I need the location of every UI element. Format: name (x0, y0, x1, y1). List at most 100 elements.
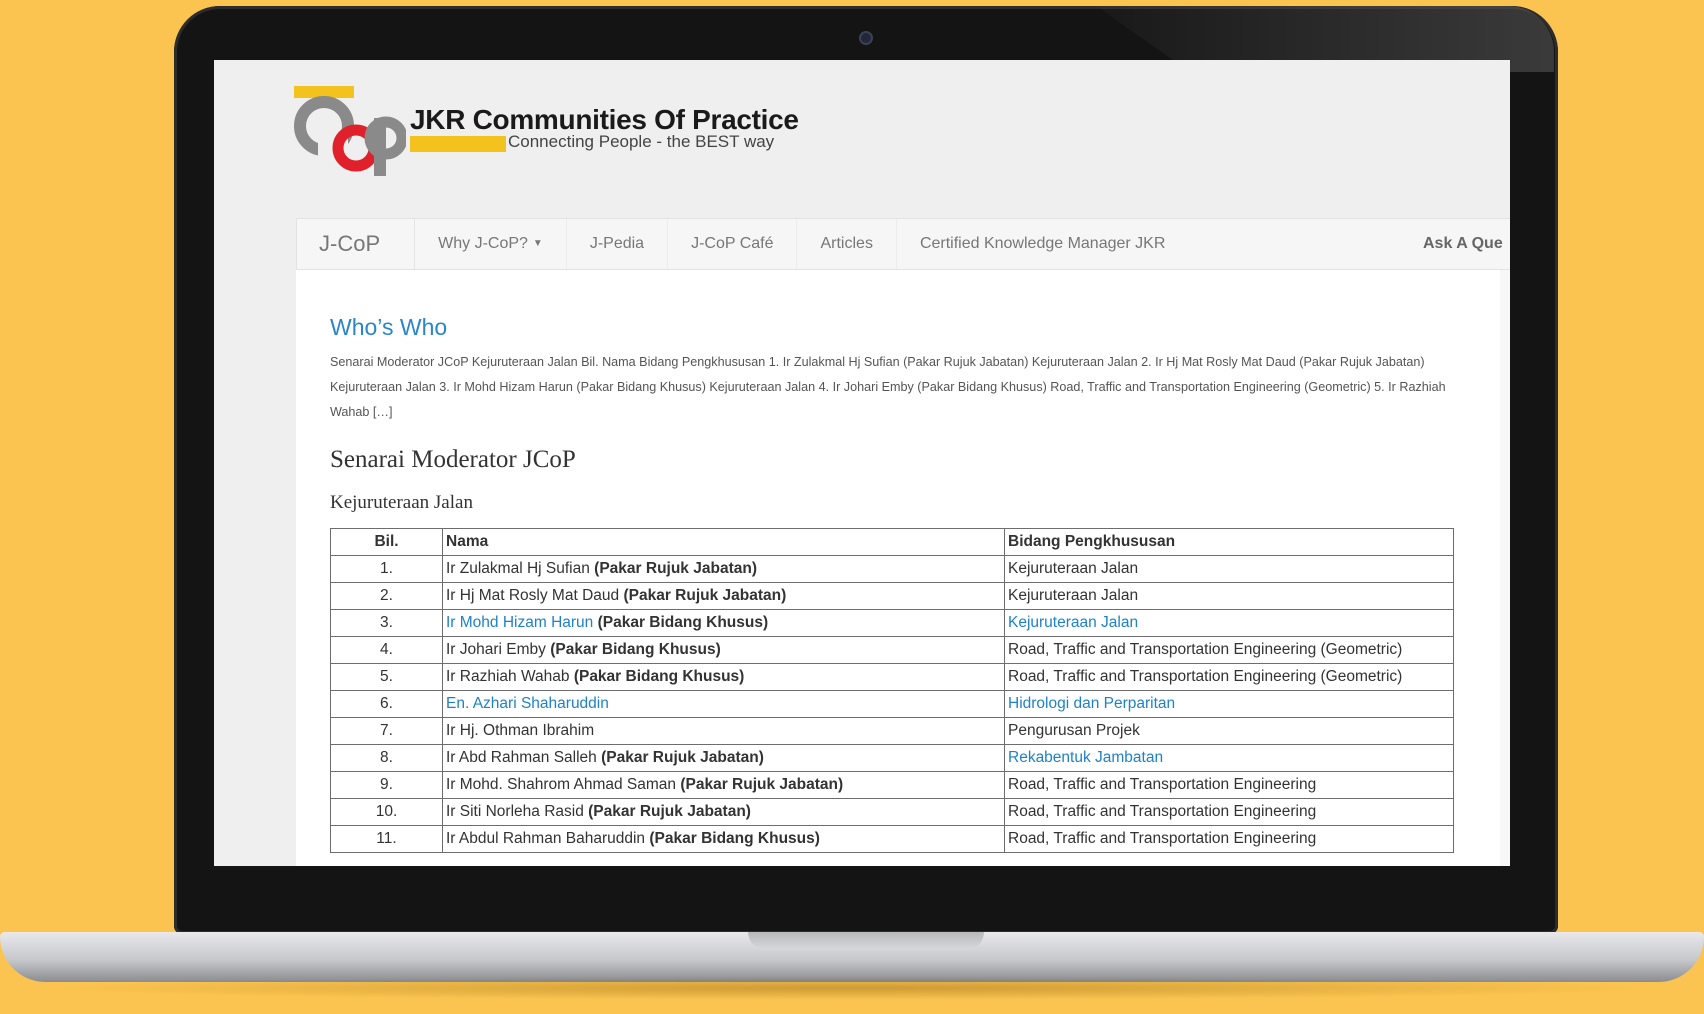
name-text: Ir Siti Norleha Rasid (446, 803, 584, 820)
cell-bil: 3. (330, 609, 443, 637)
cell-bidang: Road, Traffic and Transportation Enginee… (1004, 771, 1454, 799)
cell-bil: 2. (330, 582, 443, 610)
table-row: 4. Ir Johari Emby (Pakar Bidang Khusus) Ro… (330, 636, 1454, 664)
cell-bidang: Road, Traffic and Transportation Enginee… (1004, 663, 1454, 691)
cell-bidang: Kejuruteraan Jalan (1004, 555, 1454, 583)
name-text: Ir Razhiah Wahab (446, 668, 570, 685)
table-row: 3. Ir Mohd Hizam Harun (Pakar Bidang Khus… (330, 609, 1454, 637)
name-text: Ir Abd Rahman Salleh (446, 749, 597, 766)
cell-bil: 9. (330, 771, 443, 799)
cell-bidang: Road, Traffic and Transportation Enginee… (1004, 825, 1454, 853)
webcam-icon (859, 31, 873, 45)
field-link[interactable]: Hidrologi dan Perparitan (1008, 695, 1175, 712)
role-badge: (Pakar Bidang Khusus) (649, 830, 820, 847)
table-row: 11. Ir Abdul Rahman Baharuddin (Pakar Bid… (330, 825, 1454, 853)
moderator-table: Bil. Nama Bidang Pengkhususan 1. Ir Zulak… (330, 528, 1454, 853)
caret-down-icon: ▼ (532, 238, 543, 249)
cell-bil: 4. (330, 636, 443, 664)
field-text: Kejuruteraan Jalan (1008, 560, 1139, 577)
cell-bil: 10. (330, 798, 443, 826)
field-text: Pengurusan Projek (1008, 722, 1140, 739)
name-link[interactable]: Ir Mohd Hizam Harun (446, 614, 593, 631)
cell-nama: Ir Mohd Hizam Harun (Pakar Bidang Khusus… (442, 609, 1005, 637)
cell-bil: 6. (330, 690, 443, 718)
cell-nama: Ir Hj. Othman Ibrahim (442, 717, 1005, 745)
nav-brand[interactable]: J-CoP (297, 219, 416, 269)
nav-item-jpedia[interactable]: J-Pedia (567, 219, 669, 269)
name-text: Ir Hj Mat Rosly Mat Daud (446, 587, 620, 604)
table-row: 1. Ir Zulakmal Hj Sufian (Pakar Rujuk Jab… (330, 555, 1454, 583)
cell-nama: Ir Hj Mat Rosly Mat Daud (Pakar Rujuk Ja… (442, 582, 1005, 610)
field-link[interactable]: Kejuruteraan Jalan (1008, 614, 1138, 631)
column-header-bil: Bil. (330, 528, 443, 556)
section-heading: Senarai Moderator JCoP (330, 446, 576, 473)
laptop-shadow (40, 976, 1660, 1000)
site-tagline: Connecting People - the BEST way (508, 132, 775, 151)
field-text: Road, Traffic and Transportation Enginee… (1008, 803, 1317, 820)
table-row: 9. Ir Mohd. Shahrom Ahmad Saman (Pakar Ru… (330, 771, 1454, 799)
name-text: Ir Abdul Rahman Baharuddin (446, 830, 646, 847)
page-title[interactable]: Who’s Who (330, 314, 447, 341)
role-badge: (Pakar Rujuk Jabatan) (680, 776, 844, 793)
cell-bidang: Rekabentuk Jambatan (1004, 744, 1454, 772)
name-text: Ir Hj. Othman Ibrahim (446, 722, 595, 739)
role-badge: (Pakar Bidang Khusus) (550, 641, 721, 658)
role-badge: (Pakar Rujuk Jabatan) (623, 587, 787, 604)
field-link[interactable]: Rekabentuk Jambatan (1008, 749, 1163, 766)
field-text: Road, Traffic and Transportation Enginee… (1008, 668, 1403, 685)
cell-nama: Ir Abdul Rahman Baharuddin (Pakar Bidang… (442, 825, 1005, 853)
main-content: Who’s Who Senarai Moderator JCoP Kejurut… (296, 270, 1510, 866)
cell-bidang: Kejuruteraan Jalan (1004, 609, 1454, 637)
role-badge: (Pakar Rujuk Jabatan) (588, 803, 751, 820)
role-badge: (Pakar Rujuk Jabatan) (594, 560, 757, 577)
laptop-screen: JKR Communities Of Practice Connecting P… (214, 60, 1510, 866)
cell-bidang: Road, Traffic and Transportation Enginee… (1004, 798, 1454, 826)
table-row: 8. Ir Abd Rahman Salleh (Pakar Rujuk Jaba… (330, 744, 1454, 772)
nav-item-articles[interactable]: Articles (797, 219, 897, 269)
column-header-bidang: Bidang Pengkhususan (1004, 528, 1454, 556)
cell-bil: 5. (330, 663, 443, 691)
table-body: 1. Ir Zulakmal Hj Sufian (Pakar Rujuk Jab… (330, 555, 1454, 853)
table-row: 5. Ir Razhiah Wahab (Pakar Bidang Khusus)… (330, 663, 1454, 691)
name-text: Ir Zulakmal Hj Sufian (446, 560, 590, 577)
name-text: Ir Mohd. Shahrom Ahmad Saman (446, 776, 677, 793)
field-text: Road, Traffic and Transportation Enginee… (1008, 641, 1403, 658)
section-subheading: Kejuruteraan Jalan (330, 492, 473, 513)
nav-item-jcop-cafe[interactable]: J-CoP Café (668, 219, 798, 269)
cell-bil: 11. (330, 825, 443, 853)
cell-bidang: Hidrologi dan Perparitan (1004, 690, 1454, 718)
name-link[interactable]: En. Azhari Shaharuddin (446, 695, 609, 712)
name-text: Ir Johari Emby (446, 641, 546, 658)
table-row: 2. Ir Hj Mat Rosly Mat Daud (Pakar Rujuk … (330, 582, 1454, 610)
role-badge: (Pakar Rujuk Jabatan) (601, 749, 764, 766)
cell-bil: 1. (330, 555, 443, 583)
field-text: Road, Traffic and Transportation Enginee… (1008, 830, 1317, 847)
role-badge: (Pakar Bidang Khusus) (597, 614, 769, 631)
cell-bil: 8. (330, 744, 443, 772)
table-header-row: Bil. Nama Bidang Pengkhususan (330, 528, 1454, 556)
cell-nama: Ir Siti Norleha Rasid (Pakar Rujuk Jabat… (442, 798, 1005, 826)
field-text: Road, Traffic and Transportation Enginee… (1008, 776, 1317, 793)
table-row: 6. En. Azhari Shaharuddin Hidrologi dan Pe… (330, 690, 1454, 718)
cell-nama: Ir Abd Rahman Salleh (Pakar Rujuk Jabata… (442, 744, 1005, 772)
nav-item-label: Why J-CoP? (438, 235, 528, 253)
cell-nama: Ir Mohd. Shahrom Ahmad Saman (Pakar Ruju… (442, 771, 1005, 799)
site-header: JKR Communities Of Practice Connecting P… (214, 60, 1510, 218)
cell-bidang: Kejuruteraan Jalan (1004, 582, 1454, 610)
role-badge: (Pakar Bidang Khusus) (573, 668, 745, 685)
sidebar-edge (1500, 270, 1510, 866)
jcop-logo-icon (294, 86, 406, 176)
cell-bidang: Road, Traffic and Transportation Enginee… (1004, 636, 1454, 664)
field-text: Kejuruteraan Jalan (1008, 587, 1139, 604)
table-row: 10. Ir Siti Norleha Rasid (Pakar Rujuk Ja… (330, 798, 1454, 826)
cell-nama: Ir Johari Emby (Pakar Bidang Khusus) (442, 636, 1005, 664)
nav-item-why-jcop[interactable]: Why J-CoP? ▼ (415, 219, 567, 269)
nav-item-ask-question[interactable]: Ask A Que (1423, 219, 1503, 269)
laptop-hinge-notch (748, 932, 984, 950)
nav-item-certified-km[interactable]: Certified Knowledge Manager JKR (897, 219, 1188, 269)
cell-bidang: Pengurusan Projek (1004, 717, 1454, 745)
table-row: 7. Ir Hj. Othman Ibrahim Pengurusan Projek (330, 717, 1454, 745)
cell-nama: En. Azhari Shaharuddin (442, 690, 1005, 718)
post-excerpt: Senarai Moderator JCoP Kejuruteraan Jala… (330, 355, 1446, 419)
cell-nama: Ir Zulakmal Hj Sufian (Pakar Rujuk Jabat… (442, 555, 1005, 583)
